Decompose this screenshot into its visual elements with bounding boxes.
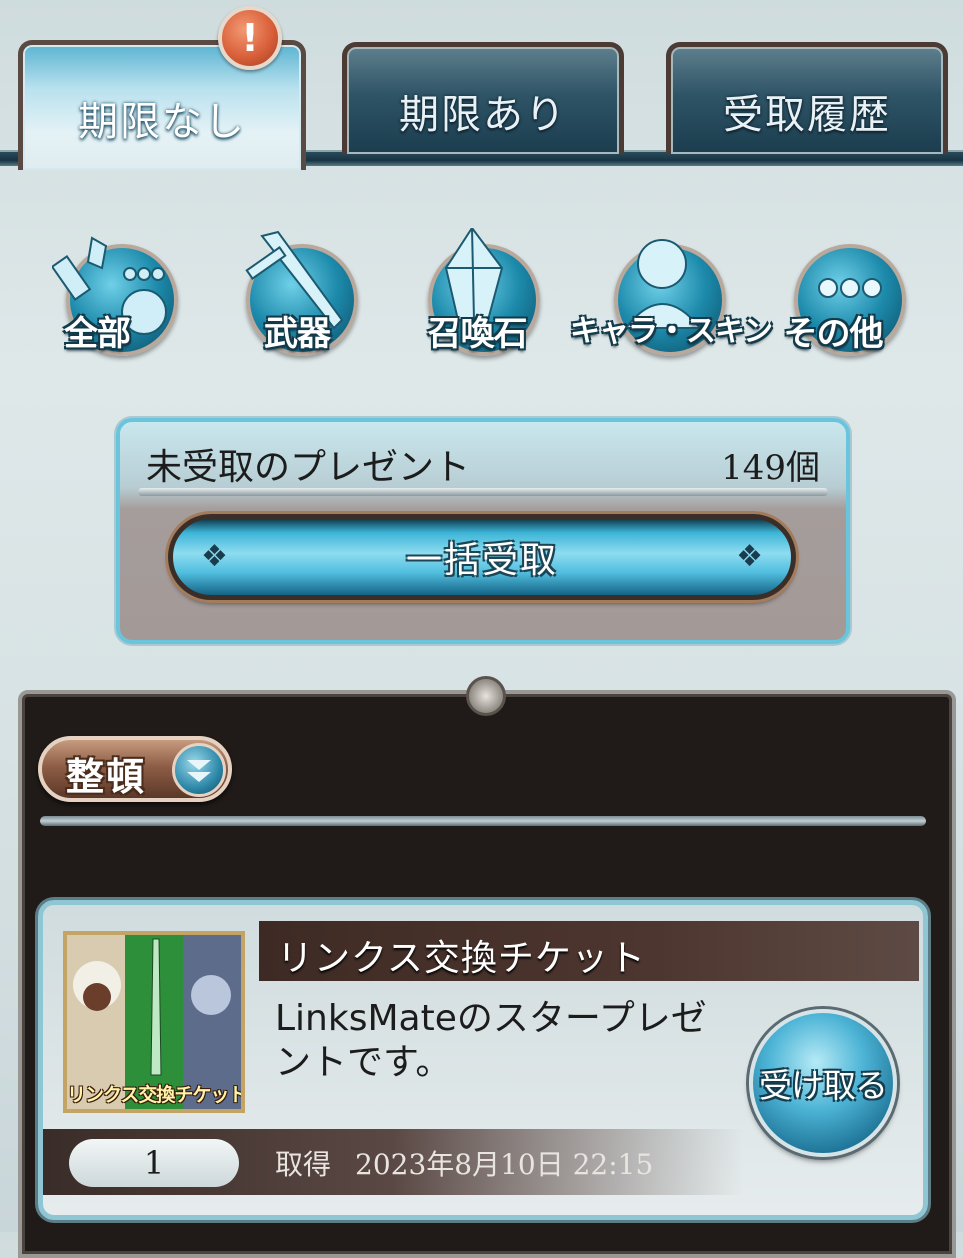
tab-label: 期限なし (78, 98, 246, 145)
item-name-bar: リンクス交換チケット (259, 921, 919, 981)
category-other[interactable]: その他 (780, 228, 910, 358)
category-character[interactable]: キャラ・スキン (570, 228, 773, 358)
list-item: リンクス交換チケット リンクス交換チケット LinksMateのスタープレゼント… (38, 900, 928, 1220)
item-description: LinksMateのスタープレゼントです。 (275, 998, 707, 1083)
item-footer: 1 取得 2023年8月10日 22:15 (43, 1129, 743, 1195)
present-count: 149個 (721, 448, 820, 488)
tab-history[interactable]: 受取履歴 (666, 42, 948, 154)
category-label: 全部 (64, 314, 131, 354)
tab-with-limit[interactable]: 期限あり (342, 42, 624, 154)
receive-label: 受け取る (759, 1066, 888, 1105)
tab-label: 受取履歴 (723, 91, 891, 138)
present-title: 未受取のプレゼント (146, 447, 471, 488)
item-quantity: 1 (69, 1139, 239, 1187)
tab-label: 期限あり (399, 91, 567, 138)
sort-label: 整頓 (66, 755, 147, 799)
item-name: リンクス交換チケット (277, 938, 646, 979)
alert-badge-icon: ! (218, 6, 282, 70)
divider (138, 488, 828, 496)
chevron-down-icon (172, 743, 226, 797)
obtain-label: 取得 (275, 1148, 332, 1181)
tab-bar: 期限なし 期限あり 受取履歴 ! (0, 0, 963, 175)
ornament-right-icon: ❖ (736, 539, 763, 574)
category-label: キャラ・スキン (570, 314, 773, 349)
ornament-left-icon: ❖ (201, 539, 228, 574)
divider (40, 816, 926, 826)
crest-ornament-icon (466, 676, 506, 716)
category-label: その他 (783, 314, 884, 354)
category-summon[interactable]: 召喚石 (414, 228, 544, 358)
bulk-receive-button[interactable]: ❖ 一括受取 ❖ (168, 514, 796, 600)
present-summary-panel: 未受取のプレゼント 149個 ❖ 一括受取 ❖ (116, 418, 850, 644)
category-label: 召喚石 (427, 314, 528, 354)
item-thumbnail: リンクス交換チケット (63, 931, 245, 1113)
obtain-date: 2023年8月10日 22:15 (355, 1148, 654, 1181)
category-weapon[interactable]: 武器 (232, 228, 362, 358)
thumbnail-label: リンクス交換チケット (67, 1084, 245, 1106)
bulk-receive-label: 一括受取 (405, 540, 558, 581)
receive-button[interactable]: 受け取る (749, 1009, 897, 1157)
category-all[interactable]: 全部 (52, 228, 182, 358)
sort-button[interactable]: 整頓 (38, 736, 232, 802)
category-label: 武器 (264, 314, 331, 354)
